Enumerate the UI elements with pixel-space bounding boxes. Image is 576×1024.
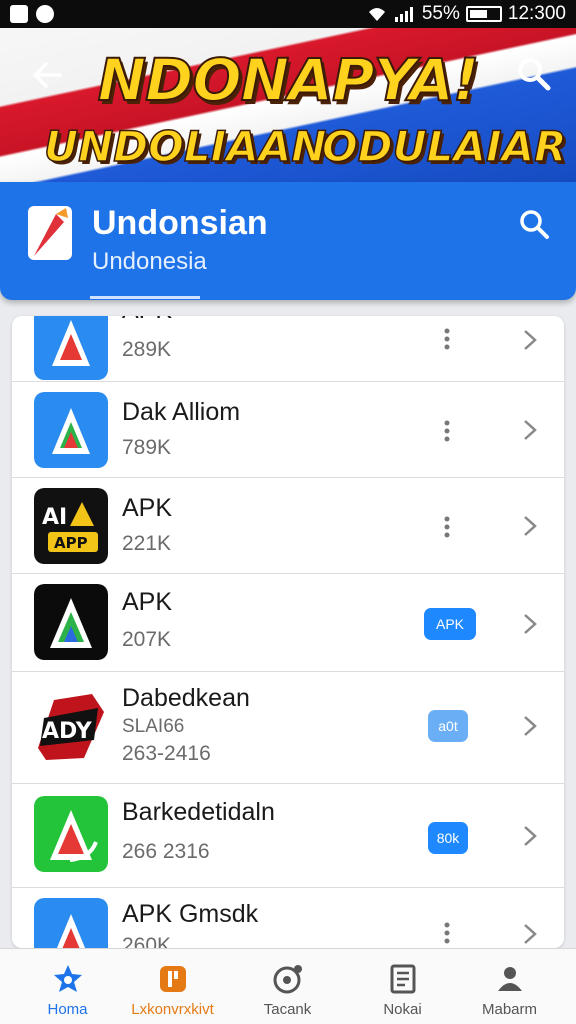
list-item[interactable]: ADY Dabedkean SLAI66 263-2416 a0t bbox=[12, 672, 564, 784]
games-icon bbox=[273, 965, 302, 994]
app-region: Undonesia bbox=[92, 248, 207, 275]
app-header: Undonsian Undonesia bbox=[0, 182, 576, 300]
nav-library[interactable]: Lxkonvrxkivt bbox=[115, 949, 230, 1024]
news-icon bbox=[390, 964, 416, 994]
more-options-icon[interactable] bbox=[444, 420, 450, 442]
banner-subtitle-left: UNDOLIAAN bbox=[43, 121, 327, 172]
chevron-right-icon[interactable] bbox=[522, 824, 538, 848]
app-notification-icon bbox=[36, 5, 54, 23]
chevron-right-icon[interactable] bbox=[522, 714, 538, 738]
install-badge[interactable]: 80k bbox=[428, 822, 468, 854]
item-meta: SLAI66 bbox=[122, 716, 185, 737]
blue-a-app-icon bbox=[34, 898, 108, 948]
chevron-right-icon[interactable] bbox=[522, 418, 538, 442]
app-name: Undonsian bbox=[92, 204, 268, 242]
svg-text:AI: AI bbox=[42, 505, 67, 530]
banner-subtitle-right: ODULAIAR bbox=[321, 121, 567, 172]
item-title: Dabedkean bbox=[122, 684, 250, 712]
nav-account[interactable]: Mabarm bbox=[452, 949, 567, 1024]
more-options-icon[interactable] bbox=[444, 516, 450, 538]
promo-banner: NDONAPYA! UNDOLIAAN ODULAIAR bbox=[0, 28, 576, 182]
nav-home[interactable]: Homa bbox=[10, 949, 125, 1024]
chevron-right-icon[interactable] bbox=[522, 922, 538, 946]
ady-red-app-icon: ADY bbox=[34, 688, 108, 764]
svg-text:ADY: ADY bbox=[42, 719, 93, 744]
list-item[interactable]: APK 207K APK bbox=[12, 574, 564, 672]
search-icon[interactable] bbox=[514, 54, 554, 94]
item-size: 266 2316 bbox=[122, 840, 210, 863]
nav-label-games: Tacank bbox=[263, 1001, 312, 1018]
list-item[interactable]: APK Gmsdk 260K bbox=[12, 888, 564, 948]
chevron-right-icon[interactable] bbox=[522, 612, 538, 636]
item-title: APK bbox=[122, 494, 173, 522]
item-size: 221K bbox=[122, 532, 172, 555]
svg-text:APP: APP bbox=[54, 534, 88, 552]
item-title: Dak Alliom bbox=[122, 398, 241, 426]
nav-games[interactable]: Tacank bbox=[230, 949, 345, 1024]
item-size: 263-2416 bbox=[122, 742, 211, 765]
wifi-icon bbox=[368, 8, 385, 21]
bottom-navigation: Homa Lxkonvrxkivt Tacank Nokai Mabarm bbox=[0, 948, 576, 1024]
green-a-app-icon bbox=[34, 796, 108, 872]
item-title: APK bbox=[122, 316, 172, 325]
signal-icon bbox=[394, 7, 413, 22]
battery-percent: 55% bbox=[421, 3, 460, 24]
image-notification-icon bbox=[10, 5, 28, 23]
chevron-right-icon[interactable] bbox=[522, 514, 538, 538]
tab-indicator bbox=[90, 296, 200, 299]
list-item[interactable]: Barkedetidaln 266 2316 80k bbox=[12, 784, 564, 888]
nav-label-news: Nokai bbox=[383, 1001, 422, 1018]
install-badge[interactable]: a0t bbox=[428, 710, 468, 742]
more-options-icon[interactable] bbox=[444, 922, 450, 944]
chevron-right-icon[interactable] bbox=[522, 328, 538, 352]
clock: 12:300 bbox=[507, 3, 566, 24]
item-size: 260K bbox=[122, 934, 172, 948]
black-apk-app-icon: AI APP bbox=[34, 488, 108, 564]
nav-label-library: Lxkonvrxkivt bbox=[131, 1001, 214, 1018]
battery-icon bbox=[465, 6, 502, 22]
banner-title: NDONAPYA! bbox=[97, 45, 481, 115]
nav-label-account: Mabarm bbox=[481, 1001, 537, 1018]
list-item[interactable]: APK 289K bbox=[12, 316, 564, 382]
status-bar: 55% 12:300 bbox=[0, 0, 576, 28]
list-item[interactable]: AI APP APK 221K bbox=[12, 478, 564, 574]
black-a-app-icon bbox=[34, 584, 108, 660]
nav-label-home: Homa bbox=[47, 1001, 88, 1018]
nav-news[interactable]: Nokai bbox=[345, 949, 460, 1024]
home-star-icon bbox=[54, 965, 82, 992]
app-screen: 55% 12:300 NDONAPYA! UNDOLIAAN ODULAIAR … bbox=[0, 0, 576, 1024]
library-icon bbox=[160, 966, 186, 992]
app-list: APK 289K Dak Alliom 789K bbox=[12, 316, 564, 948]
more-options-icon[interactable] bbox=[444, 328, 450, 350]
blue-a-app-icon bbox=[34, 316, 108, 380]
item-title: Barkedetidaln bbox=[122, 798, 275, 826]
item-title: APK bbox=[122, 588, 173, 616]
item-size: 789K bbox=[122, 436, 172, 459]
blue-a-app-icon bbox=[34, 392, 108, 468]
app-logo-icon bbox=[28, 206, 72, 260]
item-size: 289K bbox=[122, 338, 172, 361]
item-size: 207K bbox=[122, 628, 172, 651]
item-title: APK Gmsdk bbox=[122, 900, 259, 928]
account-icon bbox=[498, 967, 522, 991]
apk-badge[interactable]: APK bbox=[424, 608, 476, 640]
header-search-icon[interactable] bbox=[516, 206, 552, 242]
list-item[interactable]: Dak Alliom 789K bbox=[12, 382, 564, 478]
